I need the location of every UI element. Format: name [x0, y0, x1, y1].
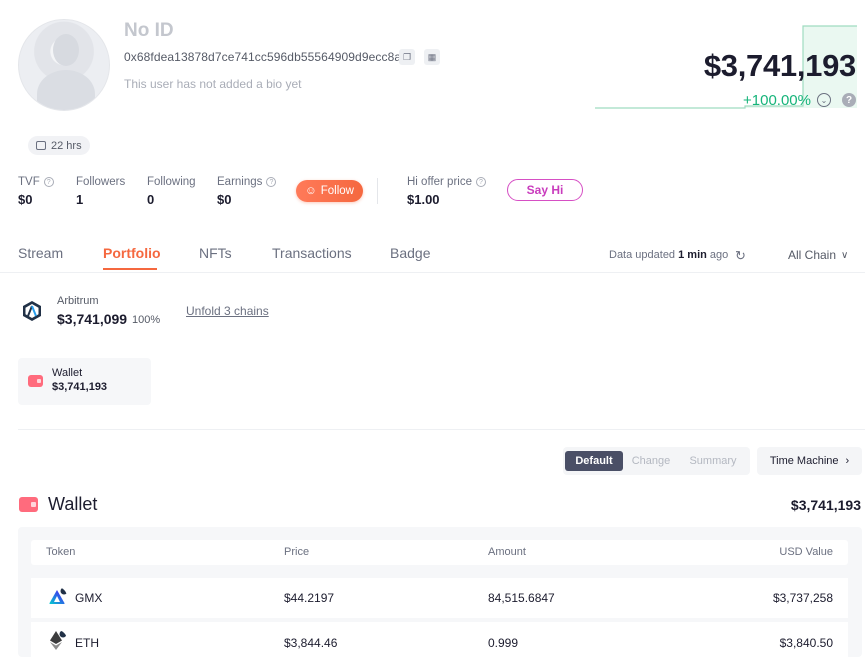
info-icon[interactable]: ? — [266, 177, 277, 187]
user-icon: ☺ — [305, 185, 317, 197]
wallet-card-title: Wallet — [52, 367, 83, 379]
say-hi-button[interactable]: Say Hi — [507, 179, 583, 201]
gmx-token-icon — [49, 587, 67, 604]
data-updated-prefix: Data updated — [609, 249, 676, 261]
stat-hi-offer: Hi offer price? $1.00 — [407, 176, 486, 207]
eth-token-icon — [50, 630, 67, 650]
token-amount: 0.999 — [488, 636, 519, 650]
data-updated-status: Data updated 1 min ago — [609, 249, 728, 261]
refresh-icon[interactable]: ↻ — [735, 248, 746, 264]
tab-nfts[interactable]: NFTs — [199, 245, 232, 261]
token-price: $3,844.46 — [284, 636, 338, 650]
stat-hi-offer-label: Hi offer price — [407, 176, 472, 188]
info-icon[interactable]: ? — [43, 177, 54, 187]
unfold-chains-link[interactable]: Unfold 3 chains — [186, 304, 269, 318]
info-icon[interactable]: ? — [475, 177, 486, 187]
stat-following-value: 0 — [147, 192, 155, 207]
tab-portfolio[interactable]: Portfolio — [103, 245, 161, 261]
follow-button[interactable]: ☺ Follow — [296, 180, 363, 202]
time-machine-button[interactable]: Time Machine › — [757, 447, 862, 475]
arbitrum-logo-icon — [23, 301, 41, 321]
token-price: $44.2197 — [284, 591, 335, 605]
stat-earnings-value: $0 — [217, 192, 232, 207]
divider — [377, 178, 378, 204]
follow-button-label: Follow — [320, 185, 354, 197]
qr-code-icon[interactable]: ▦ — [424, 49, 440, 65]
column-header-amount: Amount — [488, 546, 526, 558]
wallet-icon — [28, 375, 43, 387]
chain-filter-label: All Chain — [788, 248, 837, 262]
divider — [0, 272, 865, 273]
data-updated-time: 1 min — [678, 249, 707, 261]
token-name: ETH — [75, 636, 99, 650]
view-summary-button[interactable]: Summary — [681, 451, 745, 471]
token-name: GMX — [75, 591, 103, 605]
token-amount: 84,515.6847 — [488, 591, 555, 605]
column-header-token: Token — [46, 546, 76, 558]
chevron-down-icon: ∨ — [841, 249, 849, 261]
copy-icon[interactable]: ❐ — [399, 49, 415, 65]
chain-name: Arbitrum — [57, 295, 99, 307]
active-tab-indicator — [103, 268, 157, 270]
stat-hi-offer-value: $1.00 — [407, 192, 440, 207]
tab-stream[interactable]: Stream — [18, 245, 63, 261]
stat-following-label: Following — [147, 176, 196, 188]
active-time-badge: 22 hrs — [28, 136, 90, 155]
net-worth-change: +100.00% — [743, 92, 811, 109]
tab-transactions[interactable]: Transactions — [272, 245, 352, 261]
calendar-icon — [36, 141, 46, 150]
view-default-button[interactable]: Default — [565, 451, 623, 471]
wallet-icon — [19, 497, 38, 512]
wallet-section-title: Wallet — [48, 494, 98, 514]
column-header-price: Price — [284, 546, 310, 558]
view-change-button[interactable]: Change — [625, 451, 677, 471]
chevron-down-icon[interactable]: ⌄ — [817, 93, 831, 107]
chain-filter-dropdown[interactable]: All Chain ∨ — [788, 248, 848, 262]
stat-earnings: Earnings? $0 — [217, 176, 277, 207]
divider — [18, 429, 865, 430]
stat-following[interactable]: Following 0 — [147, 176, 196, 207]
stat-followers-value: 1 — [76, 192, 84, 207]
wallet-section-total: $3,741,193 — [790, 497, 861, 513]
data-updated-suffix: ago — [709, 249, 729, 261]
chain-value: $3,741,099 — [57, 311, 128, 327]
table-row[interactable] — [31, 622, 848, 657]
stat-tvf-label: TVF — [18, 176, 40, 188]
active-time-text: 22 hrs — [51, 139, 82, 152]
stat-tvf-value: $0 — [18, 192, 33, 207]
stat-followers-label: Followers — [76, 176, 126, 188]
chain-percent: 100% — [132, 314, 161, 326]
chevron-right-icon: › — [845, 455, 850, 467]
time-machine-label: Time Machine — [769, 455, 839, 467]
table-header — [31, 540, 848, 565]
net-worth-total: $3,741,193 — [703, 48, 856, 83]
profile-bio: This user has not added a bio yet — [124, 77, 302, 91]
wallet-card-value: $3,741,193 — [52, 381, 108, 393]
stat-followers[interactable]: Followers 1 — [76, 176, 125, 207]
stat-tvf: TVF? $0 — [18, 176, 54, 207]
token-usd-value: $3,737,258 — [772, 591, 833, 605]
table-row[interactable] — [31, 578, 848, 618]
profile-name: No ID — [124, 20, 174, 41]
token-usd-value: $3,840.50 — [779, 636, 833, 650]
stat-earnings-label: Earnings — [217, 176, 263, 188]
wallet-address: 0x68fdea13878d7ce741cc596db55564909d9ecc… — [124, 50, 402, 64]
tab-badge[interactable]: Badge — [390, 245, 430, 261]
help-icon[interactable]: ? — [842, 93, 856, 107]
avatar — [18, 19, 110, 111]
column-header-usd-value: USD Value — [779, 546, 833, 558]
